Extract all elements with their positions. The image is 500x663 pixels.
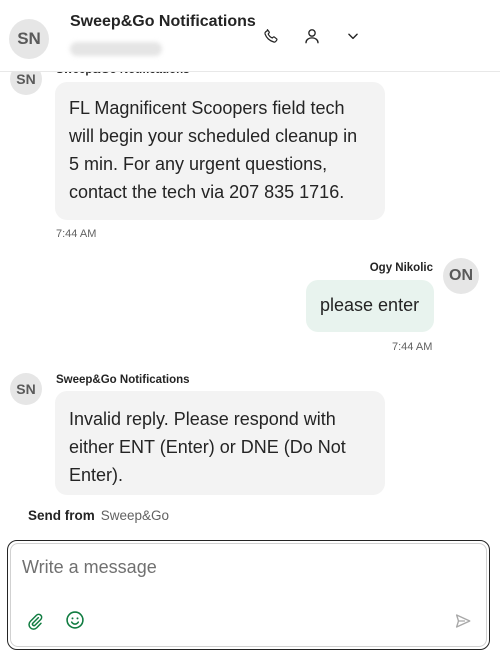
message-line: will begin your scheduled cleanup in — [69, 126, 358, 146]
message-input[interactable] — [22, 557, 462, 587]
message-line: Invalid reply. Please respond with — [69, 409, 336, 429]
send-icon[interactable] — [452, 610, 474, 632]
sender-avatar[interactable]: SN — [10, 373, 42, 405]
message-sender: Sweep&Go Notifications — [56, 374, 190, 386]
message-line: Enter). — [69, 465, 124, 485]
message-composer — [7, 540, 490, 650]
message-bubble-outgoing[interactable]: please enter — [306, 280, 434, 332]
phone-icon[interactable] — [261, 26, 281, 46]
message-timestamp: 7:44 AM — [392, 341, 433, 353]
message-line: either ENT (Enter) or DNE (Do Not — [69, 437, 346, 457]
message-timestamp: 7:44 AM — [56, 228, 97, 240]
message-line: contact the tech via 207 835 1716. — [69, 182, 345, 202]
message-line: 5 min. For any urgent questions, — [69, 154, 328, 174]
sender-avatar[interactable]: ON — [443, 258, 479, 294]
contact-name: Sweep&Go Notifications — [70, 13, 256, 30]
chevron-down-icon[interactable] — [343, 26, 363, 46]
message-bubble-incoming[interactable]: Invalid reply. Please respond with eithe… — [55, 391, 385, 495]
contact-phone-redacted — [70, 42, 162, 56]
emoji-icon[interactable] — [64, 609, 86, 631]
paperclip-icon[interactable] — [24, 610, 46, 632]
send-from-label: Send from — [28, 508, 95, 523]
message-bubble-incoming[interactable]: FL Magnificent Scoopers field tech will … — [55, 82, 385, 220]
message-line: please enter — [320, 295, 420, 315]
person-icon[interactable] — [302, 26, 322, 46]
conversation-header: SN Sweep&Go Notifications — [0, 0, 500, 72]
message-line: FL Magnificent Scoopers field tech — [69, 98, 345, 118]
message-sender: Ogy Nikolic — [369, 262, 433, 274]
send-from-value[interactable]: Sweep&Go — [101, 508, 169, 523]
contact-avatar[interactable]: SN — [9, 19, 49, 59]
send-from-selector[interactable]: Send from Sweep&Go — [28, 508, 169, 523]
